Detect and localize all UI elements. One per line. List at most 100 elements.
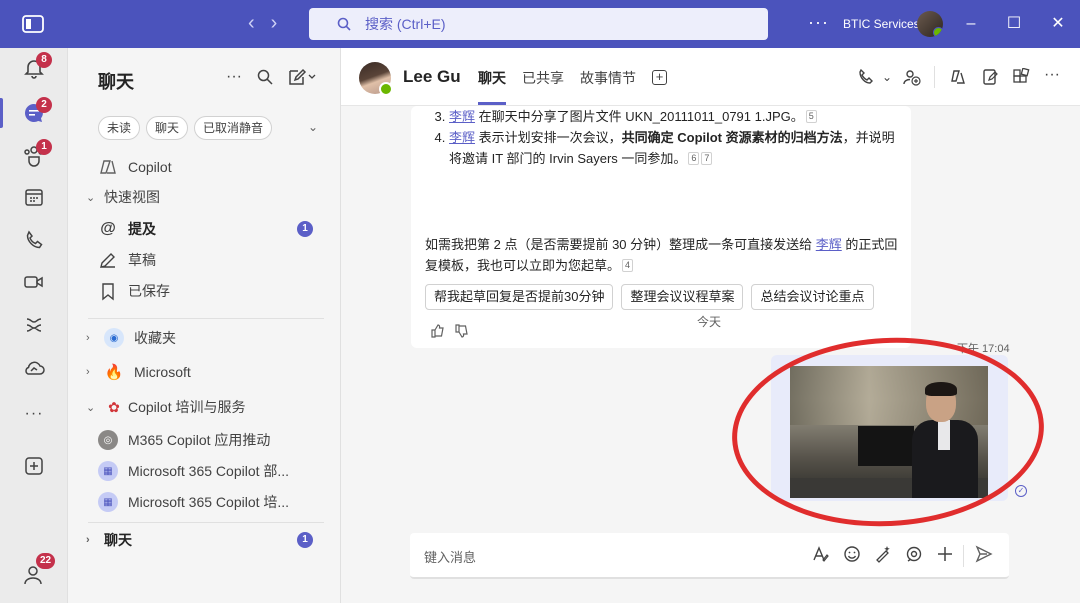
citation[interactable]: 4 bbox=[622, 259, 634, 272]
chevron-down-icon[interactable]: ⌄ bbox=[882, 70, 892, 84]
calendar-icon[interactable] bbox=[22, 185, 46, 209]
copilot-icon[interactable] bbox=[949, 68, 967, 86]
suggestion-button[interactable]: 帮我起草回复是否提前30分钟 bbox=[425, 284, 614, 310]
calls-icon[interactable] bbox=[22, 228, 46, 252]
compose-box[interactable]: 键入消息 bbox=[410, 533, 1009, 579]
sidebar-item-mentions[interactable]: @ 提及 1 bbox=[68, 215, 341, 243]
mention-icon: @ bbox=[100, 220, 116, 237]
mention-link[interactable]: 李辉 bbox=[449, 130, 475, 145]
sent-image-message[interactable] bbox=[771, 355, 1008, 501]
forward-icon[interactable]: › bbox=[271, 12, 278, 35]
section-favorites[interactable]: › ◉ 收藏夹 bbox=[68, 324, 341, 352]
unread-count: 1 bbox=[297, 221, 313, 237]
close-button[interactable]: ✕ bbox=[1048, 14, 1068, 34]
maximize-button[interactable]: ☐ bbox=[1004, 14, 1024, 34]
account-icon[interactable]: 22 bbox=[22, 553, 56, 587]
search-icon[interactable] bbox=[256, 68, 274, 86]
contact-avatar[interactable] bbox=[359, 62, 393, 96]
shared-photo[interactable] bbox=[790, 366, 988, 498]
chat-icon[interactable]: 2 bbox=[22, 97, 52, 125]
more-icon[interactable]: ··· bbox=[1044, 66, 1060, 84]
team-item-label: Microsoft 365 Copilot 部... bbox=[128, 463, 290, 479]
citation[interactable]: 7 bbox=[701, 152, 713, 165]
sidebar-item-label: 已保存 bbox=[128, 283, 170, 299]
chevron-right-icon: › bbox=[86, 332, 90, 344]
team-item[interactable]: ▦ Microsoft 365 Copilot 培... bbox=[68, 488, 341, 516]
loop-icon[interactable] bbox=[905, 545, 923, 563]
chevron-down-icon[interactable]: ⌄ bbox=[308, 120, 318, 134]
maple-leaf-icon: ✿ bbox=[108, 398, 120, 415]
fire-icon: 🔥 bbox=[104, 364, 124, 381]
more-icon[interactable]: ··· bbox=[226, 68, 242, 86]
citation[interactable]: 6 bbox=[688, 152, 700, 165]
apps-icon[interactable] bbox=[1012, 68, 1030, 86]
section-microsoft[interactable]: › 🔥 Microsoft bbox=[68, 358, 341, 386]
summary-list: 李辉 在聊天中分享了图片文件 UKN_20111011_0791 1.JPG。5… bbox=[433, 106, 903, 169]
section-quick-view[interactable]: ⌄ 快速视图 bbox=[68, 183, 341, 211]
filter-unread[interactable]: 未读 bbox=[98, 116, 141, 140]
viva-icon[interactable] bbox=[22, 313, 46, 337]
onedrive-icon[interactable] bbox=[22, 356, 46, 380]
suggestion-button[interactable]: 整理会议议程草案 bbox=[621, 284, 744, 310]
plus-icon[interactable] bbox=[936, 545, 954, 563]
sidebar-item-label: Copilot bbox=[128, 159, 172, 175]
tab-shared[interactable]: 已共享 bbox=[522, 68, 564, 105]
new-chat-icon[interactable] bbox=[288, 68, 316, 86]
thumbs-down-icon[interactable] bbox=[455, 324, 469, 338]
citation[interactable]: 5 bbox=[805, 110, 817, 123]
sidebar-item-saved[interactable]: 已保存 bbox=[68, 277, 341, 305]
conversation-pane: Lee Gu 聊天 已共享 故事情节 + ⌄ ··· 李辉 在聊天中分享了图片文… bbox=[341, 48, 1080, 603]
sidebar-item-label: 提及 bbox=[128, 221, 156, 237]
contact-name[interactable]: Lee Gu bbox=[403, 67, 461, 87]
list-item: 李辉 表示计划安排一次会议，共同确定 Copilot 资源素材的归档方法，并说明… bbox=[449, 127, 903, 169]
call-icon[interactable] bbox=[857, 68, 875, 86]
mention-link[interactable]: 李辉 bbox=[816, 237, 842, 252]
send-icon[interactable] bbox=[975, 545, 993, 563]
chat-badge: 2 bbox=[36, 97, 52, 113]
list-item: 李辉 在聊天中分享了图片文件 UKN_20111011_0791 1.JPG。5 bbox=[449, 106, 903, 127]
add-apps-icon[interactable] bbox=[22, 454, 46, 478]
format-icon[interactable] bbox=[812, 545, 830, 563]
search-box[interactable]: 搜索 (Ctrl+E) bbox=[309, 8, 768, 40]
add-people-icon[interactable] bbox=[903, 68, 921, 86]
tab-chat[interactable]: 聊天 bbox=[478, 68, 506, 105]
thumbs-up-icon[interactable] bbox=[431, 324, 445, 338]
tab-storyline[interactable]: 故事情节 bbox=[580, 68, 636, 105]
team-item[interactable]: ▦ Microsoft 365 Copilot 部... bbox=[68, 457, 341, 485]
more-options-icon[interactable]: ··· bbox=[808, 12, 829, 33]
more-apps-icon[interactable]: ··· bbox=[22, 405, 46, 429]
copilot-icon bbox=[100, 160, 116, 174]
back-icon[interactable]: ‹ bbox=[248, 12, 255, 35]
section-copilot-training[interactable]: ⌄ ✿ Copilot 培训与服务 bbox=[68, 393, 341, 421]
team-item-label: Microsoft 365 Copilot 培... bbox=[128, 494, 290, 510]
copilot-compose-icon[interactable] bbox=[874, 545, 892, 563]
org-name[interactable]: BTIC Services bbox=[843, 17, 920, 31]
section-label: 收藏夹 bbox=[134, 330, 176, 346]
fingerprint-icon: ◉ bbox=[104, 328, 124, 348]
mention-link[interactable]: 李辉 bbox=[449, 109, 475, 124]
team-item[interactable]: ◎ M365 Copilot 应用推动 bbox=[68, 426, 341, 454]
add-tab-icon[interactable]: + bbox=[652, 70, 667, 85]
section-chats[interactable]: › 聊天 1 bbox=[68, 526, 341, 554]
activity-icon[interactable]: 8 bbox=[22, 52, 52, 80]
chat-tabs: 聊天 已共享 故事情节 + bbox=[478, 68, 667, 105]
day-separator: 今天 bbox=[697, 315, 722, 329]
copilot-message: 李辉 在聊天中分享了图片文件 UKN_20111011_0791 1.JPG。5… bbox=[411, 106, 911, 348]
chevron-down-icon: ⌄ bbox=[86, 401, 96, 414]
sidebar-item-drafts[interactable]: 草稿 bbox=[68, 246, 341, 274]
suggestion-button[interactable]: 总结会议讨论重点 bbox=[751, 284, 874, 310]
notes-icon[interactable] bbox=[981, 68, 999, 86]
profile-avatar[interactable] bbox=[917, 11, 943, 37]
minimize-button[interactable]: – bbox=[961, 14, 981, 34]
sidebar-toggle-icon[interactable] bbox=[22, 14, 44, 34]
meet-icon[interactable] bbox=[22, 270, 46, 294]
search-icon bbox=[337, 17, 351, 31]
account-badge: 22 bbox=[36, 553, 56, 569]
chevron-right-icon: › bbox=[86, 366, 90, 378]
filter-unmuted[interactable]: 已取消静音 bbox=[194, 116, 273, 140]
sidebar-item-copilot[interactable]: Copilot bbox=[68, 153, 341, 181]
filter-chats[interactable]: 聊天 bbox=[146, 116, 189, 140]
teams-icon[interactable]: 1 bbox=[22, 139, 52, 167]
emoji-icon[interactable] bbox=[843, 545, 861, 563]
title-bar: ‹ › 搜索 (Ctrl+E) ··· BTIC Services – ☐ ✕ bbox=[0, 0, 1080, 48]
